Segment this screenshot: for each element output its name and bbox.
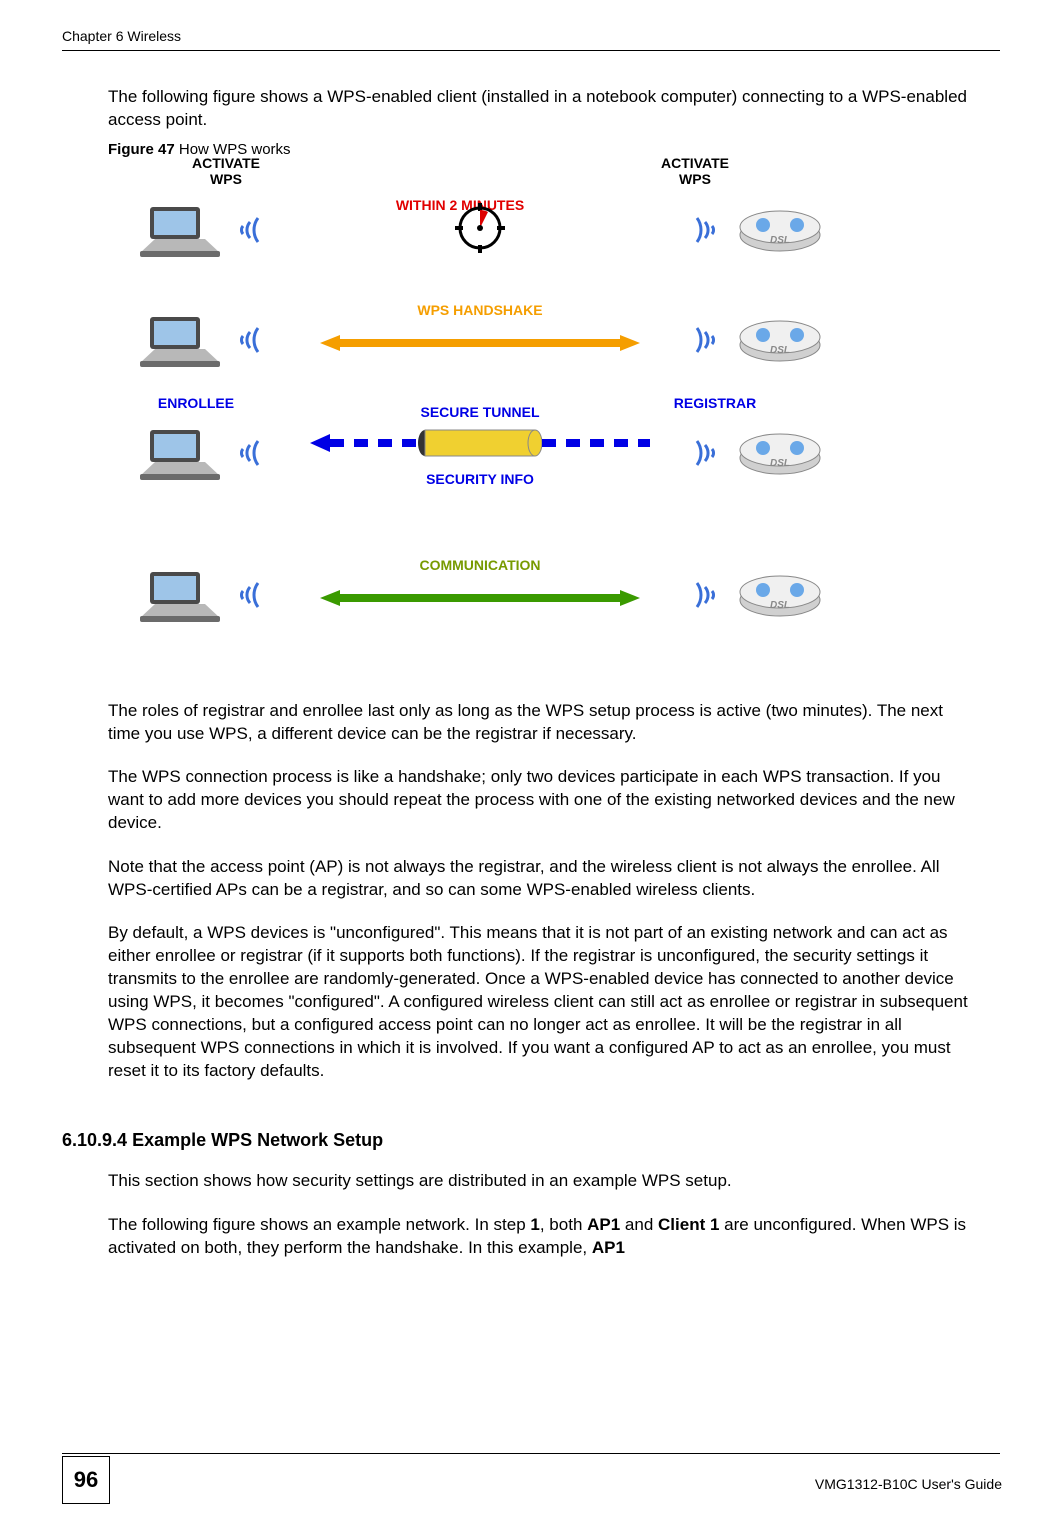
laptop-icon [130, 310, 230, 370]
p7-text: , both [540, 1215, 587, 1234]
laptop-icon [130, 565, 230, 625]
dsl-router-icon: DSL [730, 565, 830, 625]
wifi-waves-icon [230, 205, 275, 255]
svg-text:DSL: DSL [770, 600, 790, 611]
wifi-waves-icon [230, 570, 275, 620]
section-number: 6.10.9.4 [62, 1130, 127, 1150]
figure-row-1: DSL [130, 200, 830, 260]
paragraph-6: This section shows how security settings… [108, 1170, 978, 1193]
svg-text:DSL: DSL [770, 458, 790, 469]
header-chapter: Chapter 6 Wireless [62, 28, 181, 44]
svg-text:DSL: DSL [770, 345, 790, 356]
step-1: 1 [530, 1215, 539, 1234]
clock-icon [275, 203, 685, 258]
wifi-waves-icon [685, 428, 730, 478]
paragraph-7: The following figure shows an example ne… [108, 1214, 978, 1260]
dsl-router-icon: DSL [730, 310, 830, 370]
paragraph-4: Note that the access point (AP) is not a… [108, 856, 978, 902]
wps-handshake-label: WPS HANDSHAKE [275, 302, 685, 318]
dsl-router-icon: DSL [730, 200, 830, 260]
figure-row-2: WPS HANDSHAKE DSL [130, 310, 830, 370]
paragraph-2: The roles of registrar and enrollee last… [108, 700, 978, 746]
header-divider [62, 50, 1000, 51]
figure-row-3: SECURE TUNNEL SECURITY INFO DSL [130, 423, 830, 483]
wifi-waves-icon [685, 205, 730, 255]
footer-guide: VMG1312-B10C User's Guide [815, 1476, 1002, 1492]
p7-text: and [620, 1215, 658, 1234]
activate-text: ACTIVATE [661, 155, 729, 171]
client1-label: Client 1 [658, 1215, 719, 1234]
enrollee-label: ENROLLEE [136, 395, 256, 411]
p7-text: The following figure shows an example ne… [108, 1215, 530, 1234]
secure-tunnel-label: SECURE TUNNEL [275, 404, 685, 420]
figure-row-4: COMMUNICATION DSL [130, 565, 830, 625]
wps-text: WPS [210, 171, 242, 187]
dsl-router-icon: DSL [730, 423, 830, 483]
activate-text: ACTIVATE [192, 155, 260, 171]
wifi-waves-icon [685, 570, 730, 620]
secure-tunnel-graphic: SECURE TUNNEL SECURITY INFO [275, 426, 685, 481]
paragraph-3: The WPS connection process is like a han… [108, 766, 978, 835]
svg-text:DSL: DSL [770, 235, 790, 246]
page-number: 96 [62, 1456, 110, 1504]
ap1-label: AP1 [592, 1238, 625, 1257]
section-heading: 6.10.9.4 Example WPS Network Setup [62, 1128, 978, 1152]
wps-text: WPS [679, 171, 711, 187]
footer-divider [62, 1453, 1000, 1454]
paragraph-1: The following figure shows a WPS-enabled… [108, 86, 978, 132]
wifi-waves-icon [685, 315, 730, 365]
communication-label: COMMUNICATION [275, 557, 685, 573]
laptop-icon [130, 423, 230, 483]
communication-arrow: COMMUNICATION [275, 577, 685, 613]
laptop-icon [130, 200, 230, 260]
activate-wps-right: ACTIVATE WPS [635, 155, 755, 187]
paragraph-5: By default, a WPS devices is "unconfigur… [108, 922, 978, 1083]
ap1-label: AP1 [587, 1215, 620, 1234]
wps-handshake-arrow: WPS HANDSHAKE [275, 322, 685, 358]
activate-wps-left: ACTIVATE WPS [166, 155, 286, 187]
wifi-waves-icon [230, 428, 275, 478]
figure-47: ACTIVATE WPS ACTIVATE WPS WITHIN 2 MINUT… [130, 155, 830, 695]
security-info-label: SECURITY INFO [275, 471, 685, 487]
wifi-waves-icon [230, 315, 275, 365]
section-title: Example WPS Network Setup [127, 1130, 383, 1150]
